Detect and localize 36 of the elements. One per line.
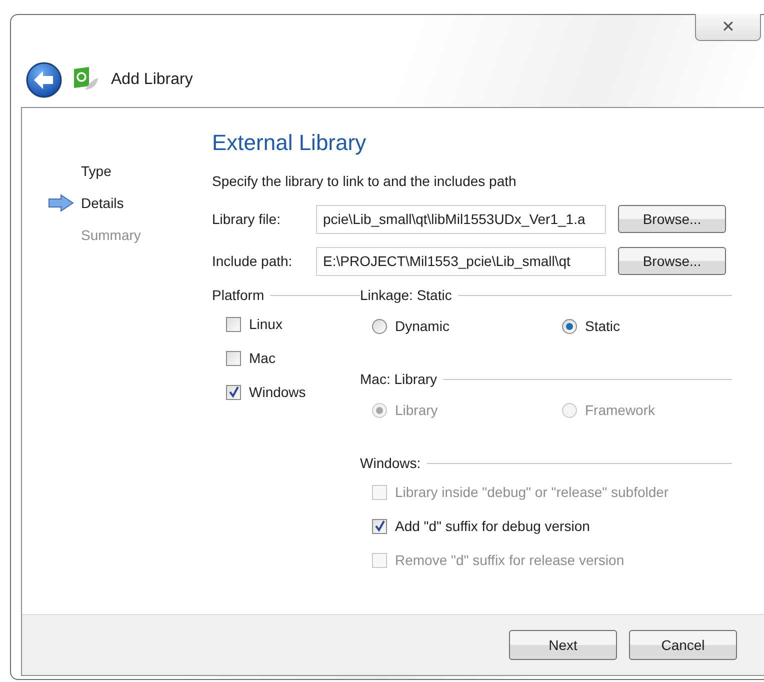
path-field[interactable]: E:\PROJECT\Mil1553_pcie\Lib_small\qt — [316, 246, 606, 276]
group-title: Windows: — [360, 455, 421, 471]
group-title: Mac: Library — [360, 371, 438, 387]
wizard-step: Details — [81, 195, 124, 211]
dialog-button[interactable]: Cancel — [629, 630, 737, 660]
window-title: Add Library — [111, 71, 193, 89]
field-label: Include path: — [212, 253, 294, 269]
page-title: External Library — [212, 130, 368, 157]
checkbox[interactable] — [226, 384, 241, 400]
checkbox-label: Mac — [249, 350, 276, 366]
radio-label: Static — [585, 318, 620, 334]
radio-button[interactable] — [372, 318, 387, 334]
description-text: Specify the library to link to and the includes path — [212, 173, 518, 191]
checkbox-label: Library inside "debug" or "release" subfolder — [395, 484, 669, 500]
wizard-step: Summary — [81, 227, 141, 243]
checkbox[interactable] — [372, 518, 387, 534]
checkbox-label: Remove "d" suffix for release version — [395, 552, 624, 568]
group-title: Platform — [212, 287, 264, 303]
checkbox-label: Add "d" suffix for debug version — [395, 518, 590, 534]
checkbox[interactable] — [226, 316, 241, 332]
group-title: Linkage: Static — [360, 287, 452, 303]
dialog-button[interactable]: Next — [509, 630, 617, 660]
radio-label: Framework — [585, 402, 656, 418]
path-field[interactable]: pcie\Lib_small\qt\libMil1553UDx_Ver1_1.a — [316, 204, 606, 234]
radio-label: Library — [395, 402, 438, 418]
back-icon[interactable] — [25, 61, 63, 99]
browse-button[interactable]: Browse... — [618, 247, 726, 275]
checkbox-label: Windows — [249, 384, 306, 400]
radio-label: Dynamic — [395, 318, 450, 334]
checkbox[interactable] — [226, 350, 241, 366]
wizard-step: Type — [81, 163, 112, 179]
checkbox-label: Linux — [249, 316, 282, 332]
field-label: Library file: — [212, 211, 282, 227]
close-button[interactable]: ✕ — [695, 14, 761, 41]
radio-button[interactable] — [562, 318, 577, 334]
browse-button[interactable]: Browse... — [618, 205, 726, 233]
